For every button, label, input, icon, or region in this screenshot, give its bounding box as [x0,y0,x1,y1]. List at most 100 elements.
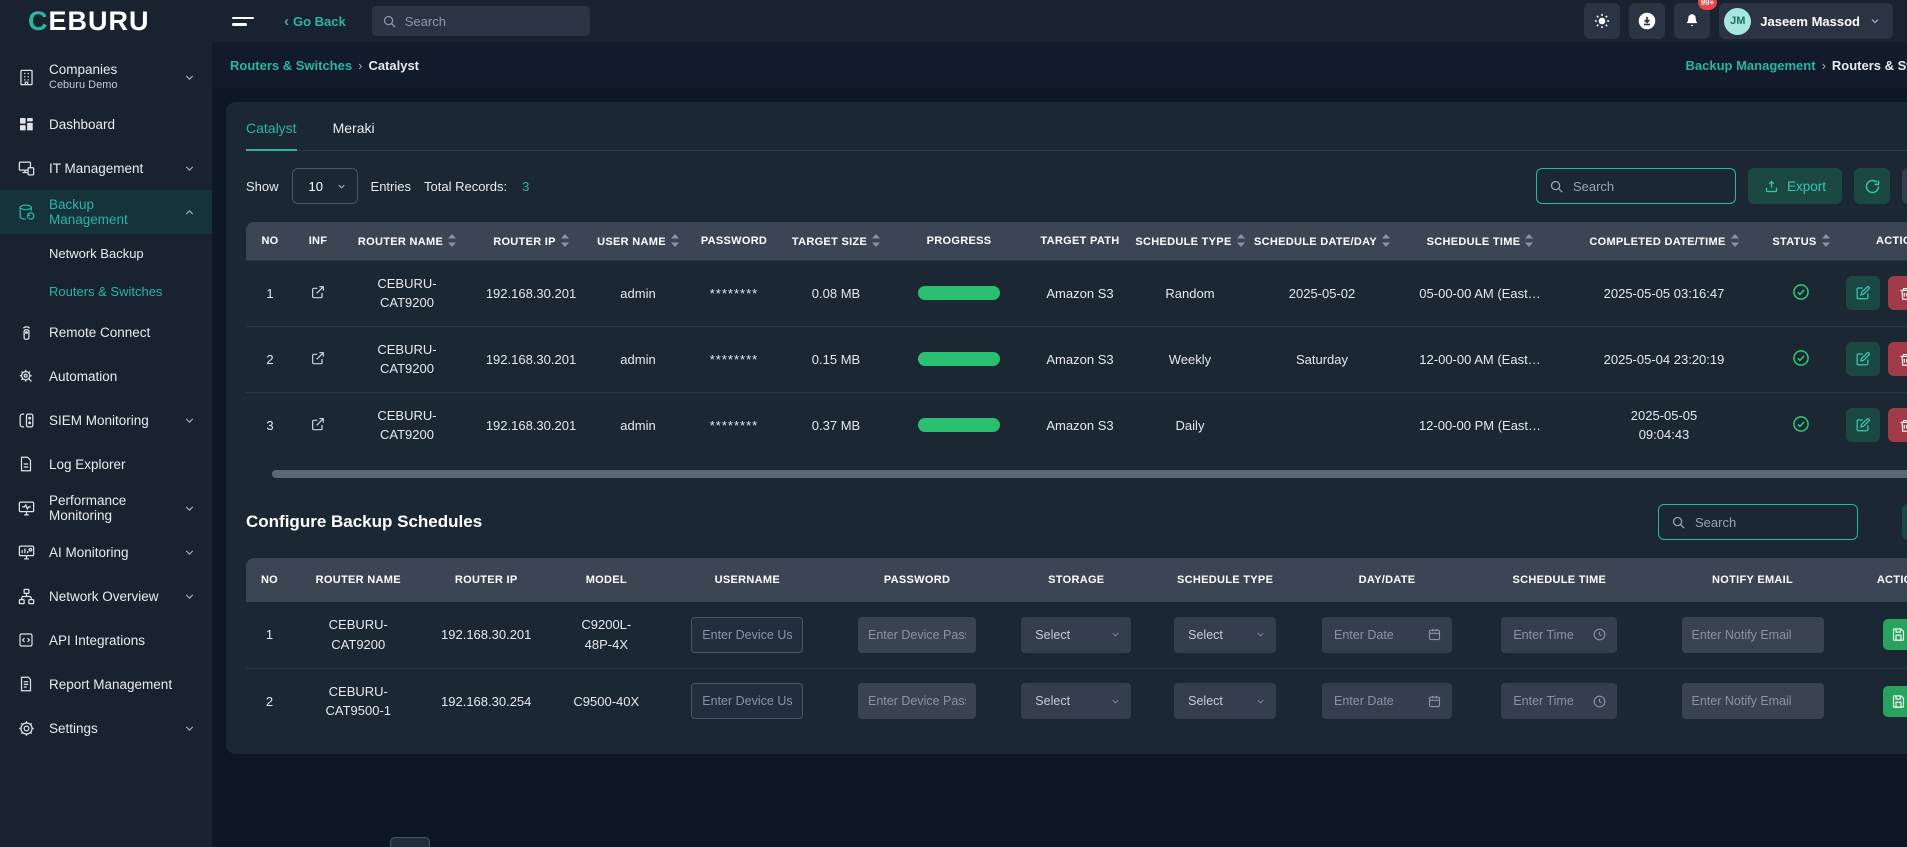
chevron-down-icon [183,71,196,84]
col-completed[interactable]: COMPLETED DATE/TIME [1564,222,1764,260]
sidebar-item-companies[interactable]: Companies Ceburu Demo [0,52,212,102]
schedule-type: Random [1132,259,1248,326]
sidebar-item-dashboard[interactable]: Dashboard [0,102,212,146]
schedule-type-select[interactable]: Select [1174,616,1277,653]
storage-select[interactable]: Select [1021,616,1132,653]
app-logo[interactable]: CEBURU [0,6,212,37]
sidebar-item-report-management[interactable]: Report Management [0,662,212,706]
scrollbar-thumb[interactable] [272,470,1907,478]
external-link-icon[interactable] [310,350,326,366]
theme-toggle-button[interactable] [1584,3,1621,39]
filter-button[interactable] [1902,504,1907,540]
col-router-name[interactable]: ROUTER NAME [342,222,472,260]
col-status[interactable]: STATUS [1764,222,1838,260]
sidebar-item-it-management[interactable]: IT Management [0,146,212,190]
sidebar-subitem-routers-switches[interactable]: Routers & Switches [0,272,212,310]
backup-table: NO INF ROUTER NAME ROUTER IP USER NAME P… [246,222,1907,458]
save-schedule-button[interactable] [1883,685,1907,717]
sidebar-item-label: Backup Management [49,197,128,227]
sort-icon [448,233,457,247]
page-size-select[interactable]: 10 [291,168,358,204]
go-back-link[interactable]: ‹ Go Back [284,13,346,30]
date-picker[interactable]: Enter Date [1322,683,1452,720]
sidebar-item-settings[interactable]: Settings [0,706,212,750]
tab-catalyst[interactable]: Catalyst [246,120,297,151]
notify-email-input[interactable] [1681,683,1824,720]
table-search [1535,168,1736,204]
sidebar-item-network-overview[interactable]: Network Overview [0,574,212,618]
breadcrumb-parent-link[interactable]: Routers & Switches [230,58,352,73]
device-password-input[interactable] [858,616,977,653]
sidebar-item-automation[interactable]: Automation [0,354,212,398]
menu-toggle-icon[interactable] [232,13,254,30]
global-search-input[interactable] [404,13,580,29]
edit-button[interactable] [1846,342,1880,376]
configure-row: 2 CEBURU-CAT9500-1 192.168.30.254 C9500-… [246,667,1907,734]
col-day-date: DAY/DATE [1300,558,1474,602]
date-picker[interactable]: Enter Date [1322,616,1452,653]
schedule-type-select[interactable]: Select [1174,683,1277,720]
chevron-down-icon [183,590,196,603]
table-search-input[interactable] [1572,178,1723,194]
refresh-button[interactable] [1854,168,1890,204]
external-link-icon[interactable] [310,416,326,432]
col-schedule-type[interactable]: SCHEDULE TYPE [1132,222,1248,260]
save-icon [1891,694,1906,709]
notify-email-input[interactable] [1681,616,1824,653]
sidebar-item-api-integrations[interactable]: API Integrations [0,618,212,662]
delete-button[interactable] [1888,342,1907,376]
table-controls: Show 10 Entries Total Records: 3 Search … [246,168,1907,204]
configure-search [1658,504,1858,540]
settings-button[interactable] [1902,168,1907,204]
delete-button[interactable] [1888,408,1907,443]
device-username-input[interactable] [691,616,804,653]
col-target-size[interactable]: TARGET SIZE [782,222,890,260]
configure-search-input[interactable] [1695,514,1845,530]
horizontal-scrollbar [272,470,1907,478]
sidebar-subitem-network-backup[interactable]: Network Backup [0,234,212,272]
sidebar-item-remote-connect[interactable]: Remote Connect [0,310,212,354]
chevron-down-icon [1255,629,1266,640]
sort-icon [1236,233,1245,247]
time-picker[interactable]: Enter Time [1501,616,1618,653]
sort-icon [1821,233,1830,247]
tab-meraki[interactable]: Meraki [333,120,375,151]
storage-select[interactable]: Select [1021,683,1132,720]
network-tree-icon [16,586,36,606]
col-user-name[interactable]: USER NAME [590,222,686,260]
page-size-select-partial[interactable] [390,837,430,847]
edit-button[interactable] [1846,408,1880,443]
sidebar-item-backup-management[interactable]: Backup Management [0,190,212,234]
download-center-button[interactable] [1629,3,1666,39]
col-schedule-time[interactable]: SCHEDULE TIME [1396,222,1564,260]
notifications-button[interactable]: 99+ [1674,0,1718,39]
col-router-ip[interactable]: ROUTER IP [472,222,590,260]
sidebar-item-performance-monitoring[interactable]: Performance Monitoring [0,486,212,530]
breadcrumb-parent-link[interactable]: Backup Management [1686,58,1816,73]
device-username-input[interactable] [691,683,804,720]
backup-database-icon [16,202,36,222]
col-router-ip: ROUTER IP [423,558,549,602]
devices-icon [16,158,36,178]
export-button[interactable]: Export [1747,168,1842,204]
sidebar: Companies Ceburu Demo Dashboard IT Manage… [0,42,212,847]
delete-button[interactable] [1888,276,1907,310]
user-name: admin [590,259,686,326]
chevron-down-icon [1110,696,1121,707]
sidebar-item-ai-monitoring[interactable]: AI Monitoring [0,530,212,574]
col-schedule-date-day[interactable]: SCHEDULE DATE/DAY [1248,222,1396,260]
external-link-icon[interactable] [310,284,326,300]
save-schedule-button[interactable] [1883,619,1907,651]
sidebar-item-label: Dashboard [49,116,116,132]
sidebar-item-log-explorer[interactable]: Log Explorer [0,442,212,486]
user-menu[interactable]: JM Jaseem Massod [1719,3,1893,39]
edit-button[interactable] [1846,276,1880,310]
sidebar-item-siem-monitoring[interactable]: SIEM Monitoring [0,398,212,442]
router-ip: 192.168.30.254 [423,667,549,734]
schedule-time: 05-00-00 AM (East… [1396,259,1564,326]
chevron-down-icon [336,181,347,192]
time-picker[interactable]: Enter Time [1501,683,1618,720]
completed-date-time: 2025-05-05 03:16:47 [1564,259,1764,326]
topbar: CEBURU ‹Go Back 99+ JM Jaseem Massod [0,0,1907,42]
device-password-input[interactable] [858,683,977,720]
